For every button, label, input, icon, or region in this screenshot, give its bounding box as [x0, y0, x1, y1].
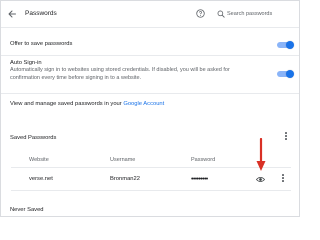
help-icon[interactable] [196, 9, 205, 18]
back-arrow-icon[interactable] [7, 9, 17, 19]
saved-passwords-more-icon[interactable] [284, 132, 288, 143]
never-saved-title: Never Saved [10, 207, 44, 213]
divider [1, 93, 299, 94]
row-password: ••••••••• [191, 176, 208, 183]
row-more-icon[interactable] [281, 174, 285, 185]
row-website: verse.net [29, 176, 53, 182]
page-title: Passwords [25, 10, 57, 17]
row-username: Bronman22 [110, 176, 140, 182]
search-input[interactable] [227, 8, 291, 20]
divider [1, 55, 299, 56]
search-icon [217, 10, 225, 18]
auto-signin-description-line2: confirmation every time before signing i… [10, 74, 142, 81]
auto-signin-description-line1: Automatically sign in to websites using … [10, 67, 230, 73]
eye-icon[interactable] [256, 176, 265, 183]
passwords-settings-panel: Passwords Offer to save passwords Auto S… [0, 0, 300, 217]
manage-passwords-prefix: View and manage saved passwords in your [10, 101, 124, 107]
auto-signin-label: Auto Sign-in [10, 60, 42, 66]
column-header-username: Username [110, 157, 136, 163]
search-box[interactable] [215, 8, 293, 20]
divider [1, 27, 299, 28]
saved-passwords-title: Saved Passwords [10, 135, 57, 141]
toggle-knob [286, 69, 294, 78]
divider [11, 167, 291, 168]
offer-to-save-toggle[interactable] [276, 40, 294, 49]
divider [11, 190, 291, 191]
google-account-link[interactable]: Google Account [123, 101, 164, 107]
column-header-website: Website [29, 157, 49, 163]
column-header-password: Password [191, 157, 216, 163]
auto-signin-description: Automatically sign in to websites using … [10, 67, 272, 82]
auto-signin-toggle[interactable] [276, 69, 294, 78]
toggle-knob [286, 40, 294, 49]
manage-passwords-text: View and manage saved passwords in your … [10, 101, 164, 107]
offer-to-save-label: Offer to save passwords [10, 41, 73, 47]
annotation-arrow-icon [256, 138, 266, 171]
